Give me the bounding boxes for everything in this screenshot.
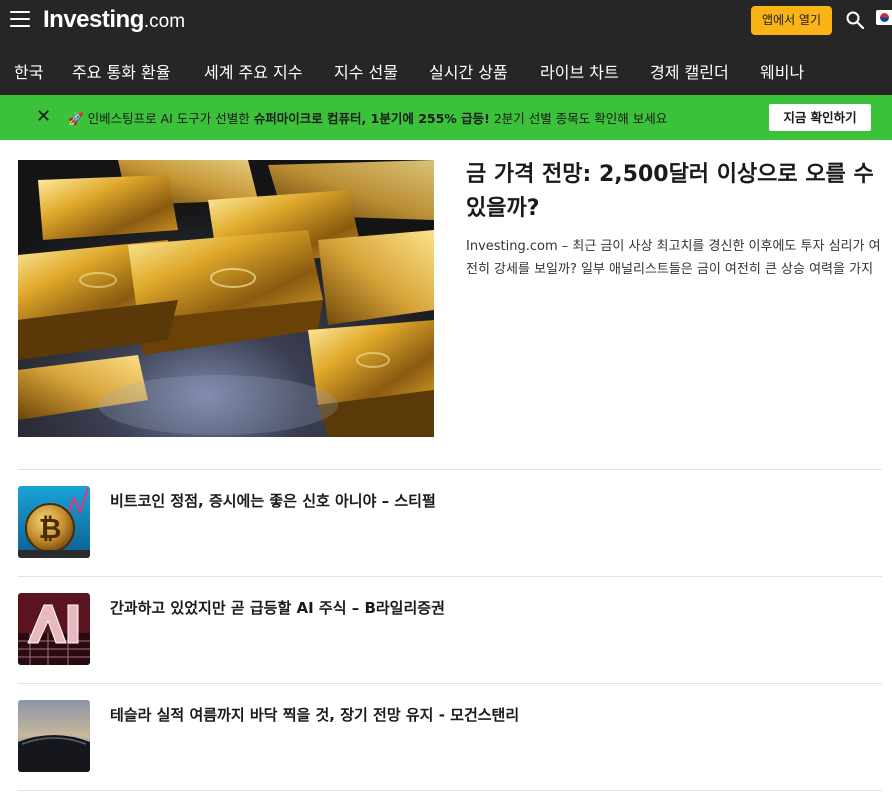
- nav-item-korea[interactable]: 한국: [14, 59, 43, 83]
- top-bar: Investing.com 앱에서 열기: [0, 0, 892, 42]
- divider: [18, 683, 882, 684]
- lead-story-title[interactable]: 금 가격 전망: 2,500달러 이상으로 오를 수 있을까?: [466, 158, 878, 226]
- story-thumbnail-tesla[interactable]: [18, 700, 90, 772]
- nav-item-live-charts[interactable]: 라이브 차트: [540, 59, 619, 83]
- site-logo[interactable]: Investing.com: [43, 6, 185, 34]
- open-in-app-button[interactable]: 앱에서 열기: [751, 6, 832, 35]
- promo-banner: ✕ 🚀 인베스팅프로 AI 도구가 선별한 슈퍼마이크로 컴퓨터, 1분기에 2…: [0, 95, 892, 140]
- story-title-ai-stock[interactable]: 간과하고 있었지만 곧 급등할 AI 주식 – B라일리증권: [110, 597, 445, 618]
- logo-suffix: .com: [143, 11, 186, 32]
- main-nav: 한국 주요 통화 환율 세계 주요 지수 지수 선물 실시간 상품 라이브 차트…: [0, 42, 892, 95]
- nav-item-indices[interactable]: 세계 주요 지수: [204, 59, 303, 83]
- tesla-car-photo: [18, 700, 90, 772]
- promo-check-now-button[interactable]: 지금 확인하기: [769, 104, 871, 131]
- ai-chip-photo: [18, 593, 90, 665]
- logo-main: Investing: [43, 6, 144, 33]
- story-thumbnail-ai[interactable]: [18, 593, 90, 665]
- promo-text-part-1: 인베스팅프로 AI 도구가 선별한: [87, 111, 254, 126]
- bitcoin-coin-photo: ₿: [18, 486, 90, 558]
- nav-item-commodities[interactable]: 실시간 상품: [429, 59, 508, 83]
- story-title-tesla[interactable]: 테슬라 실적 여름까지 바닥 찍을 것, 장기 전망 유지 - 모건스탠리: [110, 704, 519, 725]
- promo-text-part-2: 2분기 선별 종목도 확인해 보세요: [489, 111, 668, 126]
- promo-text[interactable]: 🚀 인베스팅프로 AI 도구가 선별한 슈퍼마이크로 컴퓨터, 1분기에 255…: [68, 108, 667, 127]
- nav-item-webinar[interactable]: 웨비나: [760, 59, 804, 83]
- nav-item-index-futures[interactable]: 지수 선물: [334, 59, 398, 83]
- nav-item-currencies[interactable]: 주요 통화 환율: [72, 59, 171, 83]
- korea-flag-icon[interactable]: [876, 10, 892, 25]
- divider: [18, 790, 882, 791]
- hamburger-menu-icon[interactable]: [10, 11, 30, 27]
- nav-item-economic-calendar[interactable]: 경제 캘린더: [650, 59, 729, 83]
- divider: [18, 576, 882, 577]
- lead-story-summary: Investing.com – 최근 금이 사상 최고치를 경신한 이후에도 투…: [466, 239, 881, 277]
- rocket-icon: 🚀: [68, 111, 84, 126]
- divider: [18, 469, 882, 470]
- gold-bars-photo: [18, 160, 434, 437]
- svg-text:₿: ₿: [39, 512, 62, 545]
- story-thumbnail-bitcoin[interactable]: ₿: [18, 486, 90, 558]
- search-icon[interactable]: [846, 11, 864, 29]
- story-title-bitcoin[interactable]: 비트코인 정점, 증시에는 좋은 신호 아니야 – 스티펄: [110, 490, 436, 511]
- lead-story-image[interactable]: [18, 160, 434, 437]
- close-icon[interactable]: ✕: [36, 107, 52, 127]
- promo-text-bold: 슈퍼마이크로 컴퓨터, 1분기에 255% 급등!: [253, 111, 490, 126]
